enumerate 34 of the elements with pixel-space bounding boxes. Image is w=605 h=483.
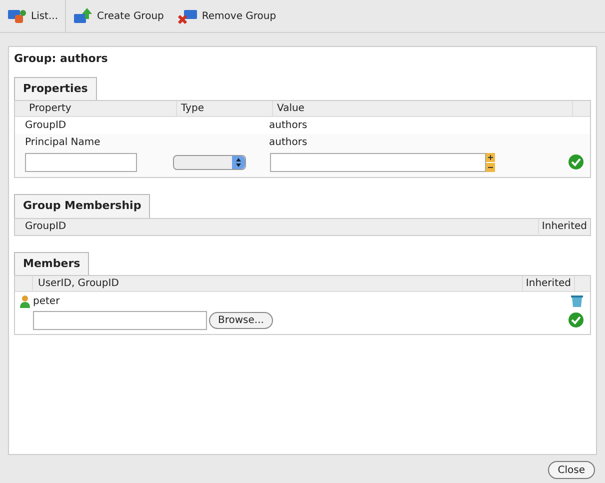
table-cell-text: GroupID bbox=[24, 119, 68, 133]
group-title: Group: authors bbox=[14, 51, 109, 67]
toolbar-button[interactable]: Remove Group bbox=[170, 0, 284, 32]
add-icon bbox=[73, 7, 94, 25]
value-input[interactable] bbox=[270, 152, 486, 172]
column-header: Property bbox=[25, 101, 177, 116]
column-header: Type bbox=[177, 101, 273, 116]
close-button[interactable]: Close bbox=[548, 461, 595, 479]
toolbar-button[interactable]: List... bbox=[0, 0, 66, 32]
toolbar-button[interactable]: Create Group bbox=[66, 0, 171, 32]
check-icon[interactable] bbox=[568, 154, 584, 170]
table-cell-text: Principal Name bbox=[24, 136, 102, 150]
section-tab[interactable]: Members bbox=[14, 252, 90, 275]
column-header: Inherited bbox=[540, 220, 588, 234]
table-cell-text: authors bbox=[268, 136, 308, 150]
section-tab[interactable]: Properties bbox=[14, 76, 97, 100]
trash-icon[interactable] bbox=[571, 294, 583, 308]
user-icon bbox=[20, 294, 30, 308]
column-header: Value bbox=[273, 101, 573, 116]
remove-icon bbox=[178, 7, 198, 25]
section-tab[interactable]: Group Membership bbox=[14, 194, 150, 218]
table-cell-text: authors bbox=[268, 119, 308, 133]
member-input[interactable] bbox=[33, 310, 207, 330]
users-icon bbox=[7, 7, 27, 25]
stepper-icon[interactable] bbox=[486, 152, 495, 172]
column-header: Inherited bbox=[522, 276, 575, 291]
type-select[interactable] bbox=[173, 154, 246, 170]
property-input[interactable] bbox=[25, 152, 137, 172]
browse-button[interactable]: Browse... bbox=[209, 312, 273, 328]
column-header: GroupID bbox=[15, 219, 539, 234]
column-header: UserID, GroupID bbox=[33, 276, 523, 291]
member-name: peter bbox=[33, 294, 61, 308]
check-icon[interactable] bbox=[568, 312, 584, 328]
dropdown-icon bbox=[236, 158, 241, 166]
